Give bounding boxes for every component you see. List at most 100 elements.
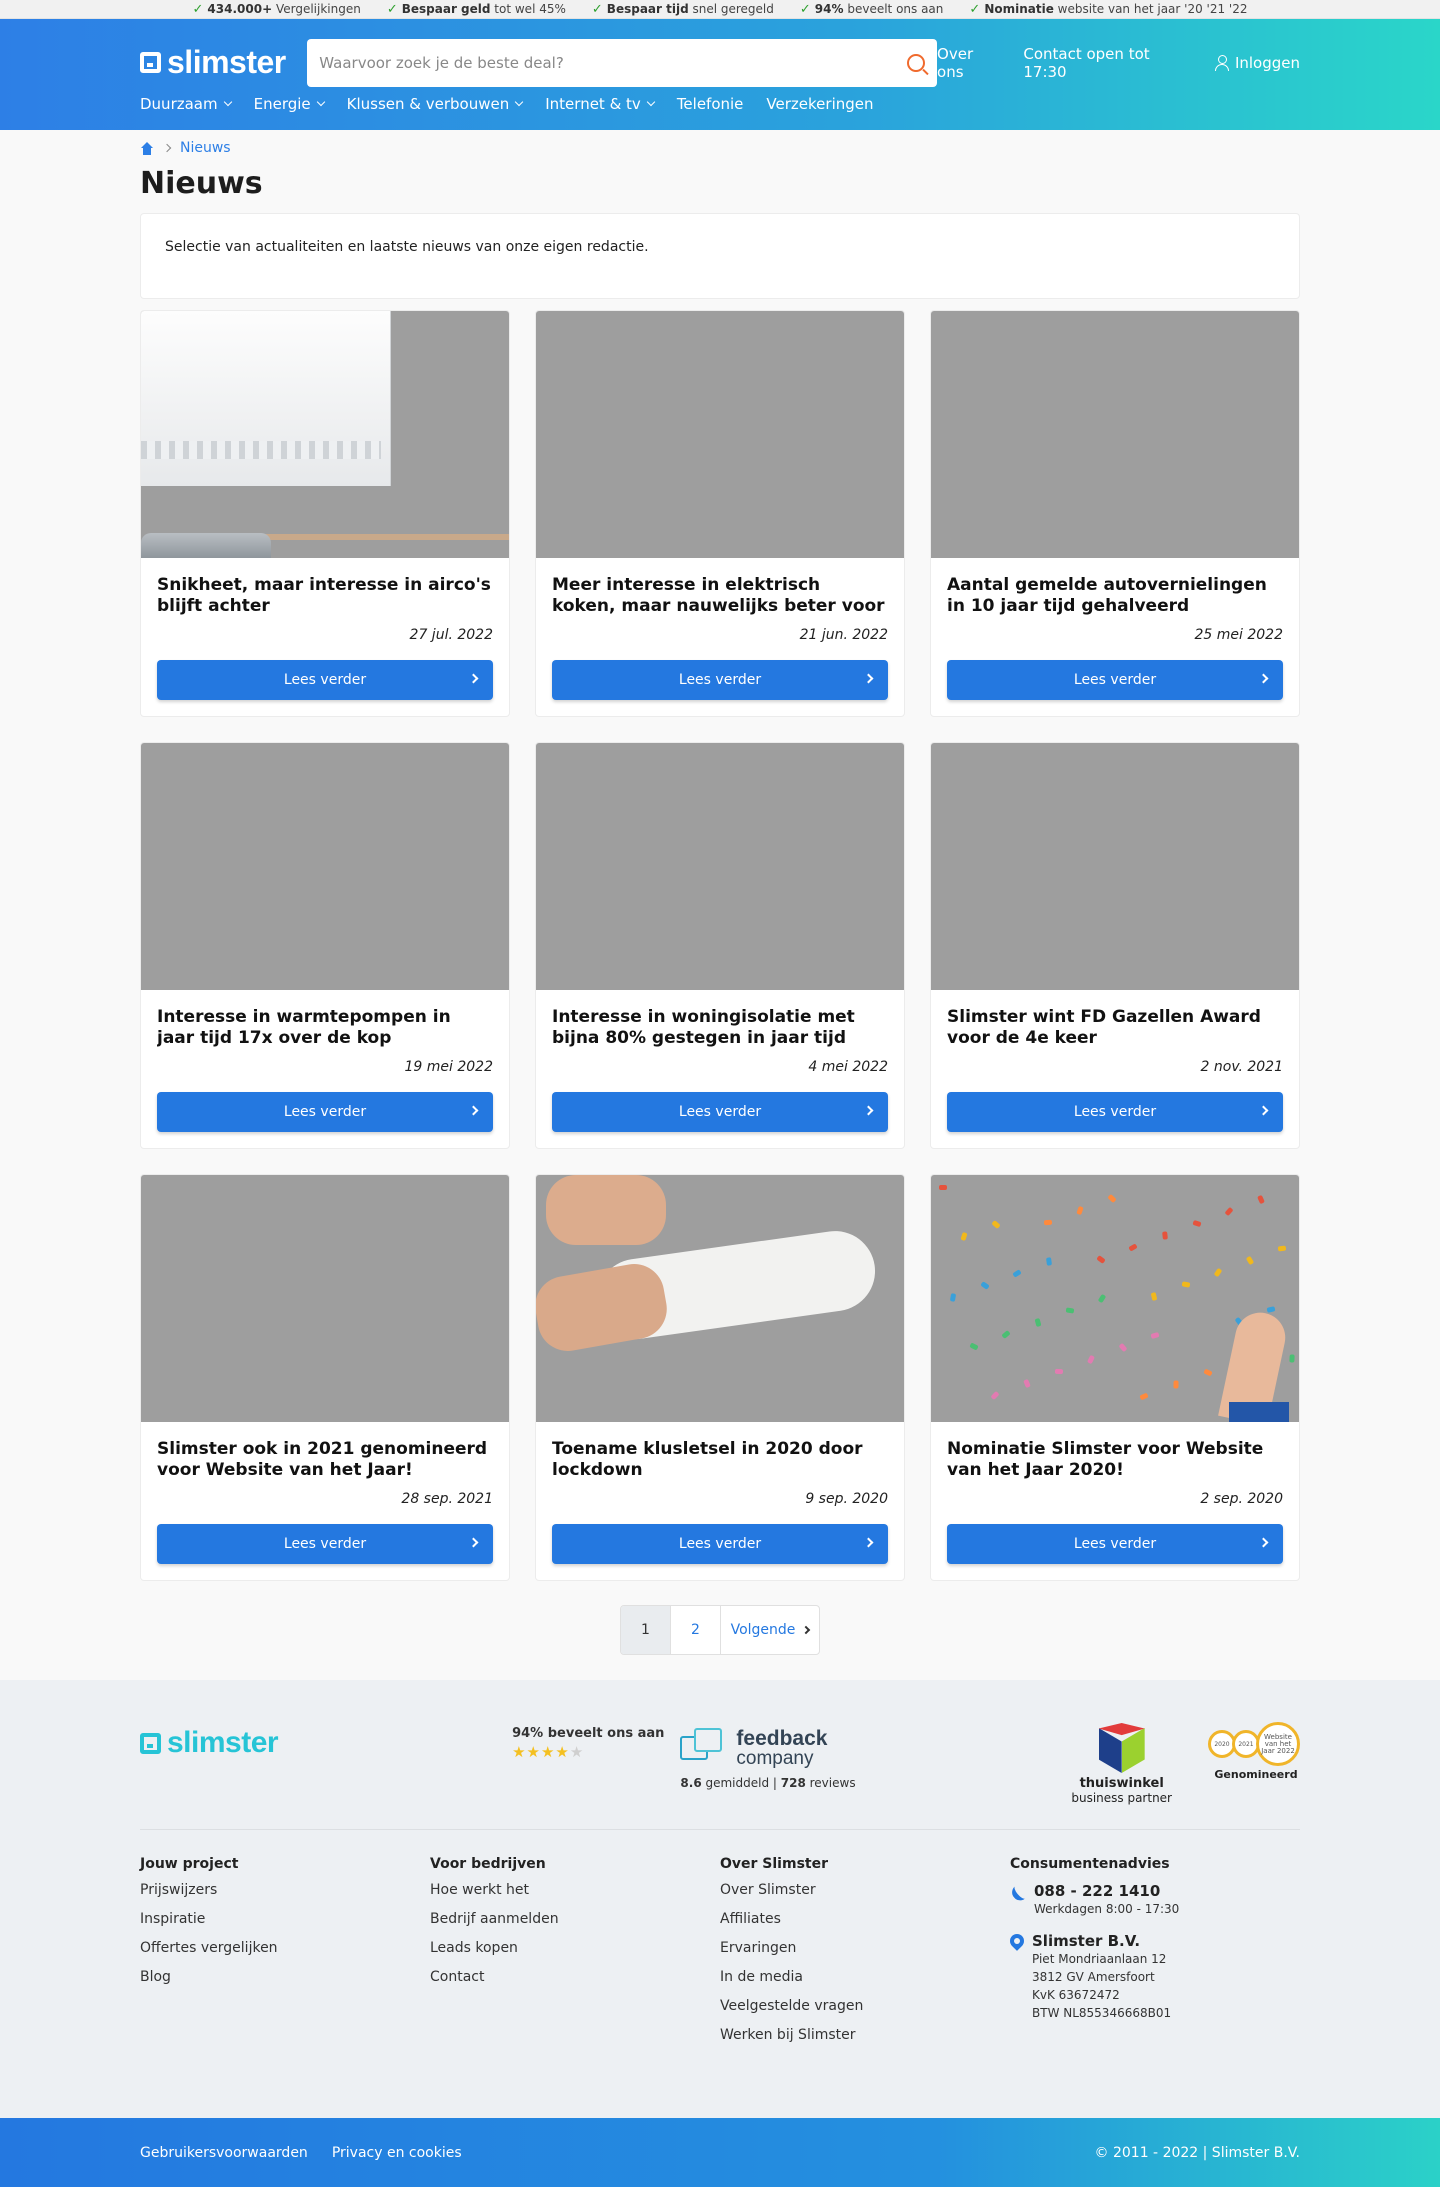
- article-title[interactable]: Snikheet, maar interesse in airco's blij…: [157, 575, 493, 617]
- phone-icon: [1010, 1884, 1026, 1900]
- footer-contact: Consumentenadvies 088 - 222 1410 Werkdag…: [1010, 1856, 1180, 2020]
- chevron-down-icon: [223, 97, 232, 107]
- footer-link[interactable]: Affiliates: [720, 1911, 1010, 1927]
- footer-link[interactable]: Prijswijzers: [140, 1882, 430, 1898]
- footer-link[interactable]: Offertes vergelijken: [140, 1940, 430, 1956]
- main-nav: Duurzaam Energie Klussen & verbouwen Intern…: [140, 95, 1300, 113]
- intro-text: Selectie van actualiteiten en laatste ni…: [165, 239, 649, 255]
- check-icon: ✓: [386, 1, 398, 17]
- article-image[interactable]: [931, 743, 1299, 990]
- login-link[interactable]: Inloggen: [1214, 54, 1300, 72]
- check-icon: ✓: [969, 1, 981, 17]
- search-bar[interactable]: [307, 38, 938, 87]
- read-more-button[interactable]: Lees verder: [947, 1524, 1283, 1564]
- article-date: 21 jun. 2022: [799, 627, 888, 643]
- article-image[interactable]: [536, 743, 904, 990]
- read-more-button[interactable]: Lees verder: [947, 660, 1283, 700]
- search-icon[interactable]: [907, 53, 926, 72]
- article-date: 2 nov. 2021: [1200, 1059, 1283, 1075]
- feedback-company-widget[interactable]: 94% beveelt ons aan ★★★★★ feedback compa…: [512, 1726, 856, 1790]
- footer-link[interactable]: Over Slimster: [720, 1882, 1010, 1898]
- news-grid: Snikheet, maar interesse in airco's blij…: [140, 310, 1300, 1581]
- site-header: slimster Over ons Contact open tot 17:30…: [0, 19, 1440, 130]
- footer-link[interactable]: Leads kopen: [430, 1940, 720, 1956]
- slimster-logo[interactable]: slimster: [140, 44, 308, 81]
- nav-item-duurzaam[interactable]: Duurzaam: [140, 95, 232, 113]
- news-card: Slimster ook in 2021 genomineerd voor We…: [140, 1174, 510, 1581]
- map-pin-icon: [1010, 1934, 1024, 1952]
- chevron-right-icon: [1258, 1105, 1269, 1116]
- chevron-right-icon: [1258, 1537, 1269, 1548]
- article-title[interactable]: Nominatie Slimster voor Website van het …: [947, 1439, 1283, 1481]
- site-footer: slimster 94% beveelt ons aan ★★★★★ feedb…: [0, 1680, 1440, 2118]
- article-title[interactable]: Toename klusletsel in 2020 door lockdown: [552, 1439, 888, 1481]
- article-title[interactable]: Interesse in woningisolatie met bijna 80…: [552, 1007, 888, 1049]
- article-title[interactable]: Interesse in warmtepompen in jaar tijd 1…: [157, 1007, 493, 1049]
- article-title[interactable]: Slimster wint FD Gazellen Award voor de …: [947, 1007, 1283, 1049]
- chevron-right-icon: [863, 1105, 874, 1116]
- check-icon: ✓: [192, 1, 204, 17]
- read-more-button[interactable]: Lees verder: [157, 1092, 493, 1132]
- read-more-button[interactable]: Lees verder: [552, 1524, 888, 1564]
- logo-mark-icon: [140, 52, 161, 73]
- chevron-right-icon: [863, 673, 874, 684]
- footer-link[interactable]: Contact: [430, 1969, 720, 1985]
- read-more-button[interactable]: Lees verder: [157, 660, 493, 700]
- terms-link[interactable]: Gebruikersvoorwaarden: [140, 2145, 308, 2161]
- footer-link[interactable]: Inspiratie: [140, 1911, 430, 1927]
- thuiswinkel-badge[interactable]: thuiswinkel business partner: [1071, 1723, 1172, 1805]
- footer-column: Voor bedrijven Hoe werkt het Bedrijf aanme…: [430, 1856, 720, 2056]
- intro-box: Selectie van actualiteiten en laatste ni…: [140, 213, 1300, 299]
- read-more-button[interactable]: Lees verder: [947, 1092, 1283, 1132]
- footer-link[interactable]: In de media: [720, 1969, 1010, 1985]
- about-link[interactable]: Over ons: [937, 45, 1003, 81]
- nav-item-klussen-verbouwen[interactable]: Klussen & verbouwen: [347, 95, 524, 113]
- nav-item-telefonie[interactable]: Telefonie: [677, 95, 744, 113]
- article-image[interactable]: [536, 1175, 904, 1422]
- article-title[interactable]: Aantal gemelde autovernielingen in 10 ja…: [947, 575, 1283, 617]
- article-title[interactable]: Meer interesse in elektrisch koken, maar…: [552, 575, 888, 617]
- footer-column-title: Jouw project: [140, 1856, 239, 1872]
- footer-column: Jouw project Prijswijzers Inspiratie Offert…: [140, 1856, 430, 2056]
- home-icon[interactable]: [140, 141, 154, 155]
- article-date: 2 sep. 2020: [1200, 1491, 1283, 1507]
- breadcrumb-current[interactable]: Nieuws: [180, 140, 231, 156]
- article-date: 9 sep. 2020: [805, 1491, 888, 1507]
- rating-stars: ★★★★★: [512, 1743, 664, 1761]
- article-image[interactable]: [141, 1175, 509, 1422]
- footer-link[interactable]: Ervaringen: [720, 1940, 1010, 1956]
- footer-link[interactable]: Hoe werkt het: [430, 1882, 720, 1898]
- article-image[interactable]: [931, 311, 1299, 558]
- user-icon: [1214, 54, 1229, 71]
- review-summary: 8.6 gemiddeld | 728 reviews: [680, 1776, 856, 1790]
- footer-logo[interactable]: slimster: [140, 1726, 279, 1760]
- usp-item: ✓ Nominatie website van het jaar '20 '21 …: [969, 1, 1248, 17]
- news-card: Interesse in warmtepompen in jaar tijd 1…: [140, 742, 510, 1149]
- footer-column-title: Voor bedrijven: [430, 1856, 546, 1872]
- article-image[interactable]: [536, 311, 904, 558]
- nav-item-energie[interactable]: Energie: [254, 95, 325, 113]
- footer-link[interactable]: Veelgestelde vragen: [720, 1998, 1010, 2014]
- page-1-button[interactable]: 1: [621, 1606, 671, 1654]
- article-image[interactable]: [141, 311, 509, 558]
- nav-item-internet-tv[interactable]: Internet & tv: [545, 95, 656, 113]
- next-page-button[interactable]: Volgende: [721, 1606, 819, 1654]
- article-image[interactable]: [931, 1175, 1299, 1422]
- footer-link[interactable]: Bedrijf aanmelden: [430, 1911, 720, 1927]
- feedback-brand-1: feedback: [736, 1726, 828, 1750]
- page-2-button[interactable]: 2: [671, 1606, 721, 1654]
- read-more-button[interactable]: Lees verder: [552, 1092, 888, 1132]
- footer-link[interactable]: Werken bij Slimster: [720, 2027, 1010, 2043]
- nav-item-verzekeringen[interactable]: Verzekeringen: [766, 95, 873, 113]
- contact-link[interactable]: Contact open tot 17:30: [1023, 45, 1195, 81]
- article-date: 19 mei 2022: [404, 1059, 493, 1075]
- footer-link[interactable]: Blog: [140, 1969, 430, 1985]
- search-input[interactable]: [319, 53, 908, 72]
- article-title[interactable]: Slimster ook in 2021 genomineerd voor We…: [157, 1439, 493, 1481]
- article-image[interactable]: [141, 743, 509, 990]
- privacy-link[interactable]: Privacy en cookies: [332, 2145, 462, 2161]
- phone-number[interactable]: 088 - 222 1410: [1034, 1882, 1179, 1900]
- logo-mark-icon: [140, 1732, 161, 1754]
- read-more-button[interactable]: Lees verder: [552, 660, 888, 700]
- read-more-button[interactable]: Lees verder: [157, 1524, 493, 1564]
